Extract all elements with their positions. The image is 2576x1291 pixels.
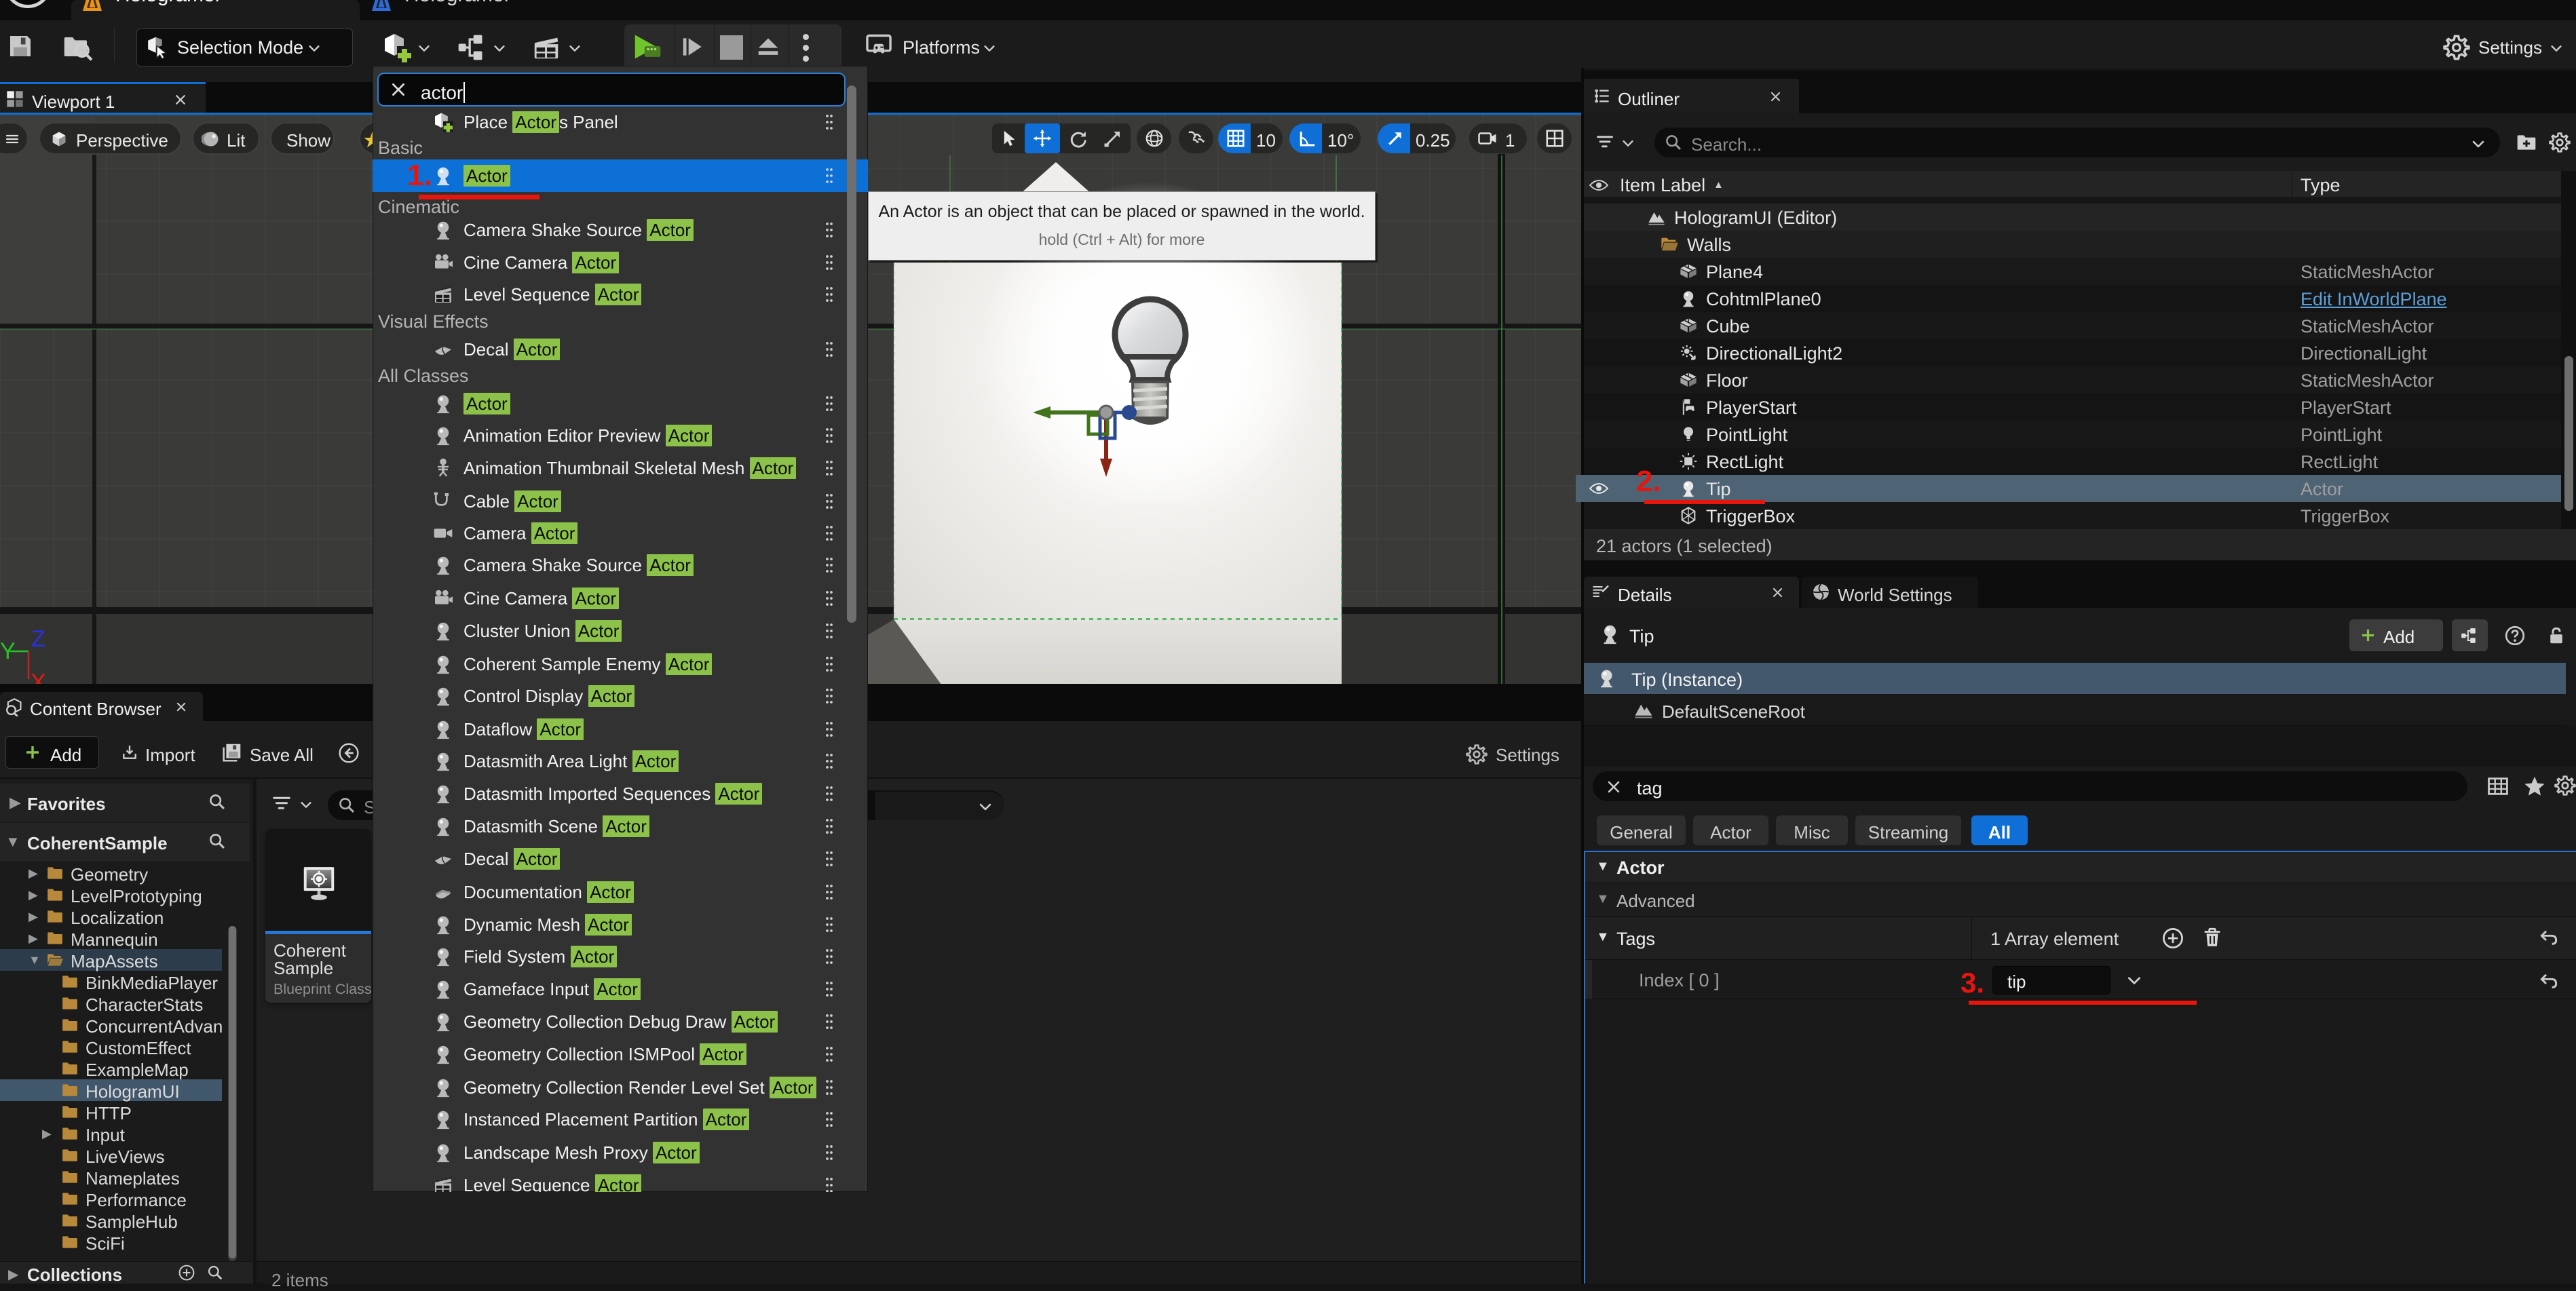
svg-text:Y: Y [0, 638, 16, 664]
svg-text:Z: Z [31, 626, 45, 652]
